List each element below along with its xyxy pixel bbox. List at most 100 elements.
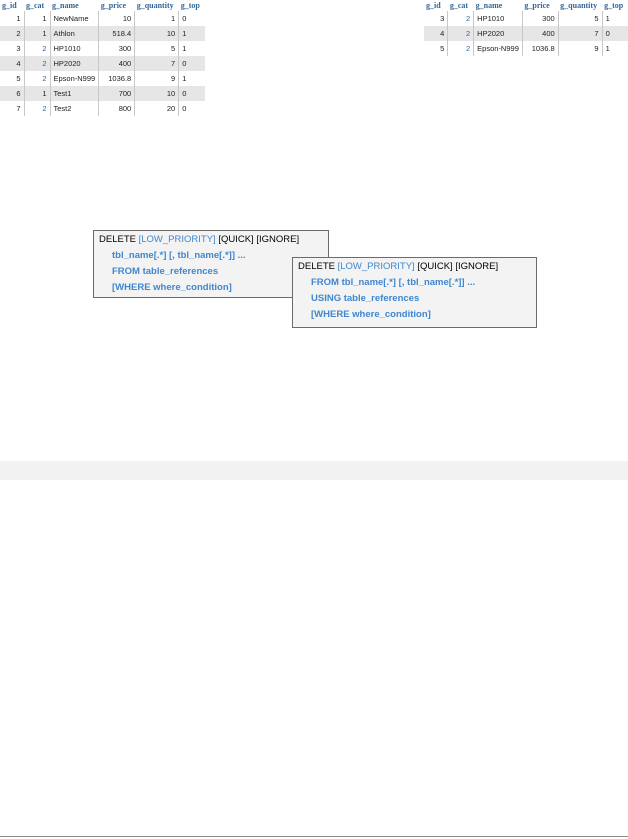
syntax-multi-header: DELETE [LOW_PRIORITY] [QUICK] [IGNORE] xyxy=(298,259,530,275)
grey-band xyxy=(0,461,628,480)
table-row[interactable]: 3 2 HP1010 300 5 1 xyxy=(424,11,628,26)
cell-g-price: 400 xyxy=(522,26,559,41)
right-table-header-row: g_id g_cat g_name g_price g_quantity g_top xyxy=(424,0,628,11)
cell-g-quantity: 7 xyxy=(558,26,603,41)
left-table-header-g-cat[interactable]: g_cat xyxy=(24,0,50,11)
cell-g-top: 0 xyxy=(178,86,205,101)
syntax-multi-delete-keyword: DELETE xyxy=(298,261,335,272)
cell-g-price: 800 xyxy=(98,101,136,116)
cell-g-quantity: 9 xyxy=(558,41,603,56)
syntax-single-low-priority: [LOW_PRIORITY] xyxy=(138,234,216,245)
cell-g-name: Epson-N999 xyxy=(473,41,523,56)
cell-g-top: 0 xyxy=(178,101,205,116)
cell-g-name: HP1010 xyxy=(473,11,523,26)
right-table-header-g-name[interactable]: g_name xyxy=(473,0,523,11)
cell-g-cat: 2 xyxy=(447,11,475,26)
cell-g-id: 5 xyxy=(0,71,25,86)
cell-g-id: 2 xyxy=(0,26,25,41)
cell-g-cat: 2 xyxy=(24,101,51,116)
table-row[interactable]: 1 1 NewName 10 1 0 xyxy=(0,11,205,26)
delete-multi-table-syntax-box: DELETE [LOW_PRIORITY] [QUICK] [IGNORE] F… xyxy=(292,257,537,328)
syntax-single-line2: FROM table_references xyxy=(112,266,219,277)
syntax-multi-line2: USING table_references xyxy=(311,293,420,304)
cell-g-quantity: 1 xyxy=(134,11,180,26)
cell-g-cat: 1 xyxy=(24,11,51,26)
right-table-body: 3 2 HP1010 300 5 1 4 2 HP2020 400 7 0 5 2 Epson-N999 10… xyxy=(424,11,628,56)
right-result-table: g_id g_cat g_name g_price g_quantity g_top 32… xyxy=(424,0,628,56)
cell-g-top: 1 xyxy=(178,26,205,41)
right-table-header-g-price[interactable]: g_price xyxy=(522,0,559,11)
cell-g-id: 6 xyxy=(0,86,25,101)
cell-g-quantity: 5 xyxy=(558,11,603,26)
syntax-single-quick-ignore: [QUICK] [IGNORE] xyxy=(218,234,300,245)
cell-g-quantity: 7 xyxy=(134,56,180,71)
cell-g-quantity: 5 xyxy=(134,41,180,56)
cell-g-price: 300 xyxy=(98,41,136,56)
right-table-header-g-id[interactable]: g_id xyxy=(424,0,448,11)
cell-g-price: 700 xyxy=(98,86,136,101)
cell-g-name: HP1010 xyxy=(50,41,100,56)
bottom-rule xyxy=(0,836,628,837)
syntax-multi-line1: FROM tbl_name[.*] [, tbl_name[.*]] ... xyxy=(311,277,476,288)
cell-g-id: 1 xyxy=(0,11,25,26)
cell-g-price: 400 xyxy=(98,56,136,71)
cell-g-name: Test2 xyxy=(50,101,100,116)
table-row[interactable]: 3 2 HP1010 300 5 1 xyxy=(0,41,205,56)
cell-g-cat: 2 xyxy=(447,26,475,41)
table-row[interactable]: 6 1 Test1 700 10 0 xyxy=(0,86,205,101)
right-table-header-g-cat[interactable]: g_cat xyxy=(447,0,474,11)
syntax-multi-low-priority: [LOW_PRIORITY] xyxy=(337,261,415,272)
cell-g-quantity: 20 xyxy=(134,101,180,116)
right-table-header-g-quantity[interactable]: g_quantity xyxy=(558,0,603,11)
cell-g-top: 1 xyxy=(178,41,205,56)
left-table-header-g-quantity[interactable]: g_quantity xyxy=(134,0,179,11)
cell-g-cat: 2 xyxy=(447,41,475,56)
cell-g-top: 0 xyxy=(178,56,205,71)
syntax-single-line1: tbl_name[.*] [, tbl_name[.*]] ... xyxy=(112,250,246,261)
cell-g-name: HP2020 xyxy=(473,26,523,41)
cell-g-top: 1 xyxy=(178,71,205,86)
cell-g-quantity: 9 xyxy=(134,71,180,86)
table-row[interactable]: 5 2 Epson-N999 1036.8 9 1 xyxy=(424,41,628,56)
cell-g-id: 4 xyxy=(424,26,449,41)
cell-g-quantity: 10 xyxy=(134,26,180,41)
left-table-header-g-name[interactable]: g_name xyxy=(50,0,99,11)
right-table-header-g-top[interactable]: g_top xyxy=(602,0,628,11)
cell-g-name: HP2020 xyxy=(50,56,100,71)
cell-g-top: 0 xyxy=(178,11,205,26)
cell-g-name: Athlon xyxy=(50,26,100,41)
cell-g-id: 3 xyxy=(0,41,25,56)
cell-g-id: 7 xyxy=(0,101,25,116)
cell-g-top: 1 xyxy=(602,11,628,26)
cell-g-quantity: 10 xyxy=(134,86,180,101)
left-table-header-g-top[interactable]: g_top xyxy=(178,0,205,11)
left-table-header-row: g_id g_cat g_name g_price g_quantity g_top xyxy=(0,0,205,11)
cell-g-name: Test1 xyxy=(50,86,100,101)
left-table-header-g-id[interactable]: g_id xyxy=(0,0,24,11)
cell-g-price: 518.4 xyxy=(98,26,136,41)
cell-g-price: 10 xyxy=(98,11,136,26)
left-table-body: 1 1 NewName 10 1 0 2 1 Athlon 518.4 10 1 3 2 HP1010 300… xyxy=(0,11,205,116)
cell-g-cat: 1 xyxy=(24,86,51,101)
cell-g-id: 4 xyxy=(0,56,25,71)
syntax-multi-line3: [WHERE where_condition] xyxy=(311,309,431,320)
cell-g-name: NewName xyxy=(50,11,100,26)
cell-g-top: 0 xyxy=(602,26,628,41)
cell-g-cat: 1 xyxy=(24,26,51,41)
table-row[interactable]: 2 1 Athlon 518.4 10 1 xyxy=(0,26,205,41)
cell-g-id: 5 xyxy=(424,41,449,56)
left-table-header-g-price[interactable]: g_price xyxy=(98,0,135,11)
cell-g-cat: 2 xyxy=(24,41,51,56)
table-row[interactable]: 5 2 Epson-N999 1036.8 9 1 xyxy=(0,71,205,86)
table-row[interactable]: 4 2 HP2020 400 7 0 xyxy=(424,26,628,41)
cell-g-cat: 2 xyxy=(24,56,51,71)
table-row[interactable]: 4 2 HP2020 400 7 0 xyxy=(0,56,205,71)
syntax-single-delete-keyword: DELETE xyxy=(99,234,136,245)
table-row[interactable]: 7 2 Test2 800 20 0 xyxy=(0,101,205,116)
cell-g-top: 1 xyxy=(602,41,628,56)
cell-g-price: 300 xyxy=(522,11,559,26)
cell-g-name: Epson-N999 xyxy=(50,71,100,86)
cell-g-price: 1036.8 xyxy=(98,71,136,86)
syntax-single-header: DELETE [LOW_PRIORITY] [QUICK] [IGNORE] xyxy=(99,232,322,248)
syntax-single-line3: [WHERE where_condition] xyxy=(112,282,232,293)
